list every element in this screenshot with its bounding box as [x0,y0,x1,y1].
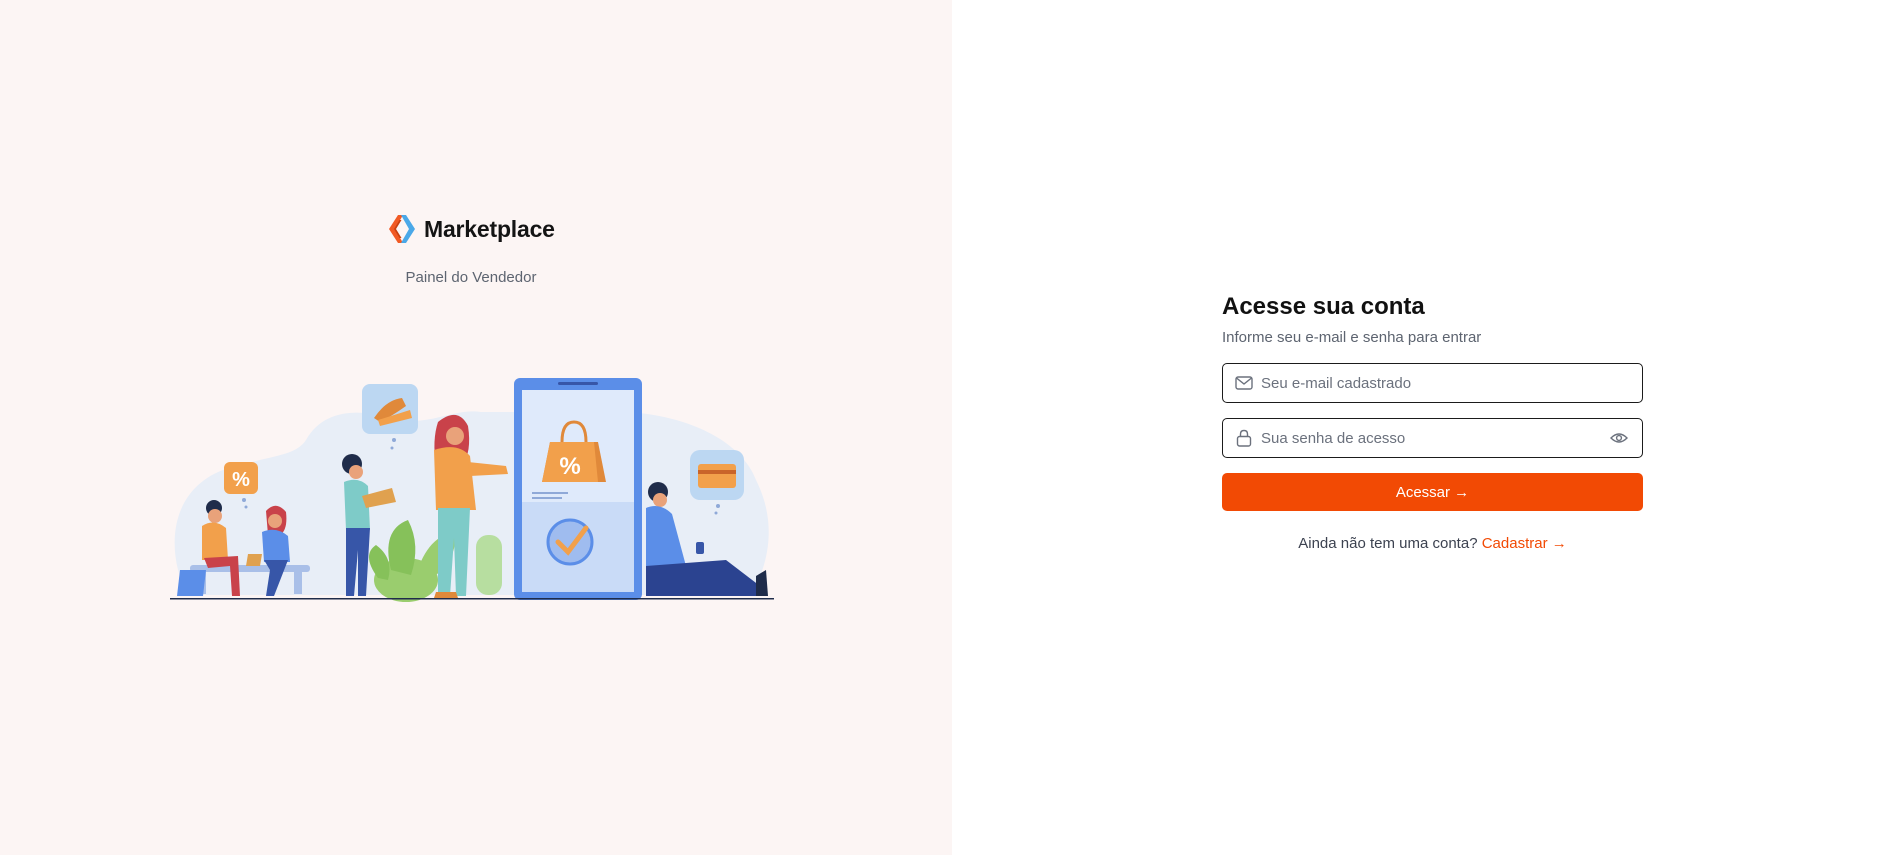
email-field[interactable] [1222,363,1643,403]
login-form: Acesse sua conta Informe seu e-mail e se… [1222,290,1643,552]
marketplace-logo-icon [386,214,418,244]
form-title: Acesse sua conta [1222,293,1425,320]
signup-row: Ainda não tem uma conta? Cadastrar → [1222,535,1643,552]
brand-name: Marketplace [424,215,555,242]
password-input[interactable] [1261,429,1608,447]
login-submit-button[interactable]: Acessar → [1222,473,1643,511]
brand-header: Marketplace [386,212,555,246]
email-input[interactable] [1261,374,1630,392]
password-field[interactable] [1222,418,1643,458]
shopping-illustration: % % [166,370,778,602]
form-subtitle: Informe seu e-mail e senha para entrar [1222,329,1482,346]
bag-percent-icon: % [559,453,580,480]
branding-panel: Marketplace Painel do Vendedor % % [0,0,952,855]
eye-icon[interactable] [1608,427,1630,449]
lock-icon [1235,429,1253,447]
signup-prompt: Ainda não tem uma conta? [1298,535,1478,552]
mail-icon [1235,374,1253,392]
brand-subtitle: Painel do Vendedor [405,269,537,286]
signup-link[interactable]: Cadastrar → [1482,535,1567,552]
percent-bubble-icon: % [232,469,250,491]
